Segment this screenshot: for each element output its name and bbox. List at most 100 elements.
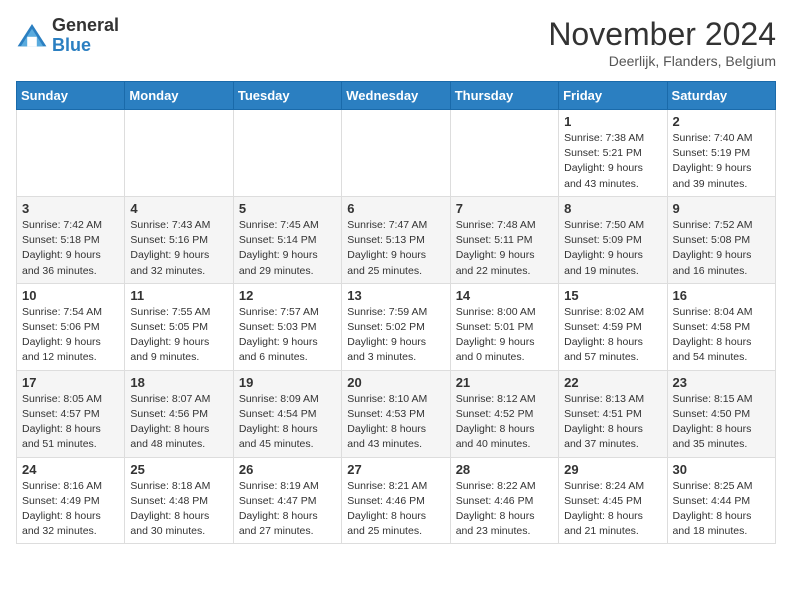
calendar-cell: 16 Sunrise: 8:04 AMSunset: 4:58 PMDayligh… <box>667 283 775 370</box>
calendar-cell: 3 Sunrise: 7:42 AMSunset: 5:18 PMDaylight… <box>17 196 125 283</box>
day-info: Sunrise: 7:59 AMSunset: 5:02 PMDaylight:… <box>347 305 444 366</box>
day-number: 28 <box>456 462 553 477</box>
location: Deerlijk, Flanders, Belgium <box>548 53 776 69</box>
calendar-cell: 19 Sunrise: 8:09 AMSunset: 4:54 PMDayligh… <box>233 370 341 457</box>
day-number: 24 <box>22 462 119 477</box>
day-info: Sunrise: 8:24 AMSunset: 4:45 PMDaylight:… <box>564 479 661 540</box>
day-number: 19 <box>239 375 336 390</box>
day-info: Sunrise: 8:16 AMSunset: 4:49 PMDaylight:… <box>22 479 119 540</box>
day-number: 6 <box>347 201 444 216</box>
day-number: 8 <box>564 201 661 216</box>
day-info: Sunrise: 7:57 AMSunset: 5:03 PMDaylight:… <box>239 305 336 366</box>
day-info: Sunrise: 8:09 AMSunset: 4:54 PMDaylight:… <box>239 392 336 453</box>
day-number: 12 <box>239 288 336 303</box>
day-number: 9 <box>673 201 770 216</box>
day-info: Sunrise: 7:55 AMSunset: 5:05 PMDaylight:… <box>130 305 227 366</box>
day-info: Sunrise: 8:15 AMSunset: 4:50 PMDaylight:… <box>673 392 770 453</box>
calendar-cell: 1 Sunrise: 7:38 AMSunset: 5:21 PMDaylight… <box>559 110 667 197</box>
day-number: 5 <box>239 201 336 216</box>
title-area: November 2024 Deerlijk, Flanders, Belgiu… <box>548 16 776 69</box>
day-info: Sunrise: 8:12 AMSunset: 4:52 PMDaylight:… <box>456 392 553 453</box>
calendar-cell: 13 Sunrise: 7:59 AMSunset: 5:02 PMDayligh… <box>342 283 450 370</box>
col-header-friday: Friday <box>559 82 667 110</box>
calendar-cell: 4Sunrise: 7:43 AMSunset: 5:16 PMDaylight… <box>125 196 233 283</box>
day-number: 3 <box>22 201 119 216</box>
day-info: Sunrise: 7:45 AMSunset: 5:14 PMDaylight:… <box>239 218 336 279</box>
calendar-cell: 15 Sunrise: 8:02 AMSunset: 4:59 PMDayligh… <box>559 283 667 370</box>
calendar-cell: 8Sunrise: 7:50 AMSunset: 5:09 PMDaylight… <box>559 196 667 283</box>
col-header-monday: Monday <box>125 82 233 110</box>
calendar-cell: 10Sunrise: 7:54 AMSunset: 5:06 PMDayligh… <box>17 283 125 370</box>
calendar-cell: 11 Sunrise: 7:55 AMSunset: 5:05 PMDayligh… <box>125 283 233 370</box>
calendar-cell: 7Sunrise: 7:48 AMSunset: 5:11 PMDaylight… <box>450 196 558 283</box>
week-row-1: 1 Sunrise: 7:38 AMSunset: 5:21 PMDaylight… <box>17 110 776 197</box>
day-number: 20 <box>347 375 444 390</box>
day-info: Sunrise: 7:43 AMSunset: 5:16 PMDaylight:… <box>130 218 227 279</box>
day-info: Sunrise: 7:48 AMSunset: 5:11 PMDaylight:… <box>456 218 553 279</box>
logo: General Blue <box>16 16 119 56</box>
calendar-cell: 24 Sunrise: 8:16 AMSunset: 4:49 PMDayligh… <box>17 457 125 544</box>
day-info: Sunrise: 7:38 AMSunset: 5:21 PMDaylight:… <box>564 131 661 192</box>
calendar-cell: 25Sunrise: 8:18 AMSunset: 4:48 PMDayligh… <box>125 457 233 544</box>
calendar-cell <box>17 110 125 197</box>
day-info: Sunrise: 7:42 AMSunset: 5:18 PMDaylight:… <box>22 218 119 279</box>
day-info: Sunrise: 7:47 AMSunset: 5:13 PMDaylight:… <box>347 218 444 279</box>
logo-text: General Blue <box>52 16 119 56</box>
day-info: Sunrise: 8:07 AMSunset: 4:56 PMDaylight:… <box>130 392 227 453</box>
calendar-cell <box>125 110 233 197</box>
calendar-cell <box>342 110 450 197</box>
calendar-cell <box>450 110 558 197</box>
calendar-cell: 21 Sunrise: 8:12 AMSunset: 4:52 PMDayligh… <box>450 370 558 457</box>
calendar-cell <box>233 110 341 197</box>
col-header-saturday: Saturday <box>667 82 775 110</box>
day-info: Sunrise: 8:00 AMSunset: 5:01 PMDaylight:… <box>456 305 553 366</box>
day-info: Sunrise: 7:40 AMSunset: 5:19 PMDaylight:… <box>673 131 770 192</box>
col-header-thursday: Thursday <box>450 82 558 110</box>
calendar-cell: 5 Sunrise: 7:45 AMSunset: 5:14 PMDaylight… <box>233 196 341 283</box>
week-row-5: 24 Sunrise: 8:16 AMSunset: 4:49 PMDayligh… <box>17 457 776 544</box>
day-number: 13 <box>347 288 444 303</box>
day-info: Sunrise: 8:02 AMSunset: 4:59 PMDaylight:… <box>564 305 661 366</box>
week-row-4: 17 Sunrise: 8:05 AMSunset: 4:57 PMDayligh… <box>17 370 776 457</box>
logo-blue-text: Blue <box>52 36 119 56</box>
calendar-cell: 28Sunrise: 8:22 AMSunset: 4:46 PMDayligh… <box>450 457 558 544</box>
day-number: 18 <box>130 375 227 390</box>
calendar-cell: 29Sunrise: 8:24 AMSunset: 4:45 PMDayligh… <box>559 457 667 544</box>
day-number: 10 <box>22 288 119 303</box>
day-info: Sunrise: 8:05 AMSunset: 4:57 PMDaylight:… <box>22 392 119 453</box>
day-number: 11 <box>130 288 227 303</box>
calendar-cell: 26 Sunrise: 8:19 AMSunset: 4:47 PMDayligh… <box>233 457 341 544</box>
day-number: 15 <box>564 288 661 303</box>
day-number: 23 <box>673 375 770 390</box>
calendar-cell: 12 Sunrise: 7:57 AMSunset: 5:03 PMDayligh… <box>233 283 341 370</box>
day-info: Sunrise: 8:18 AMSunset: 4:48 PMDaylight:… <box>130 479 227 540</box>
day-number: 17 <box>22 375 119 390</box>
day-number: 16 <box>673 288 770 303</box>
calendar-cell: 30Sunrise: 8:25 AMSunset: 4:44 PMDayligh… <box>667 457 775 544</box>
calendar-cell: 22Sunrise: 8:13 AMSunset: 4:51 PMDayligh… <box>559 370 667 457</box>
calendar-cell: 14 Sunrise: 8:00 AMSunset: 5:01 PMDayligh… <box>450 283 558 370</box>
day-number: 26 <box>239 462 336 477</box>
day-number: 27 <box>347 462 444 477</box>
calendar-cell: 27Sunrise: 8:21 AMSunset: 4:46 PMDayligh… <box>342 457 450 544</box>
calendar-cell: 2 Sunrise: 7:40 AMSunset: 5:19 PMDaylight… <box>667 110 775 197</box>
day-number: 21 <box>456 375 553 390</box>
day-info: Sunrise: 8:10 AMSunset: 4:53 PMDaylight:… <box>347 392 444 453</box>
day-info: Sunrise: 8:25 AMSunset: 4:44 PMDaylight:… <box>673 479 770 540</box>
calendar-cell: 18 Sunrise: 8:07 AMSunset: 4:56 PMDayligh… <box>125 370 233 457</box>
header: General Blue November 2024 Deerlijk, Fla… <box>16 16 776 69</box>
day-number: 1 <box>564 114 661 129</box>
calendar-table: SundayMondayTuesdayWednesdayThursdayFrid… <box>16 81 776 544</box>
week-row-2: 3 Sunrise: 7:42 AMSunset: 5:18 PMDaylight… <box>17 196 776 283</box>
day-info: Sunrise: 8:19 AMSunset: 4:47 PMDaylight:… <box>239 479 336 540</box>
day-number: 14 <box>456 288 553 303</box>
day-number: 22 <box>564 375 661 390</box>
calendar-cell: 23 Sunrise: 8:15 AMSunset: 4:50 PMDayligh… <box>667 370 775 457</box>
day-number: 2 <box>673 114 770 129</box>
col-header-tuesday: Tuesday <box>233 82 341 110</box>
calendar-cell: 17 Sunrise: 8:05 AMSunset: 4:57 PMDayligh… <box>17 370 125 457</box>
day-info: Sunrise: 8:04 AMSunset: 4:58 PMDaylight:… <box>673 305 770 366</box>
week-row-3: 10Sunrise: 7:54 AMSunset: 5:06 PMDayligh… <box>17 283 776 370</box>
header-row: SundayMondayTuesdayWednesdayThursdayFrid… <box>17 82 776 110</box>
col-header-wednesday: Wednesday <box>342 82 450 110</box>
